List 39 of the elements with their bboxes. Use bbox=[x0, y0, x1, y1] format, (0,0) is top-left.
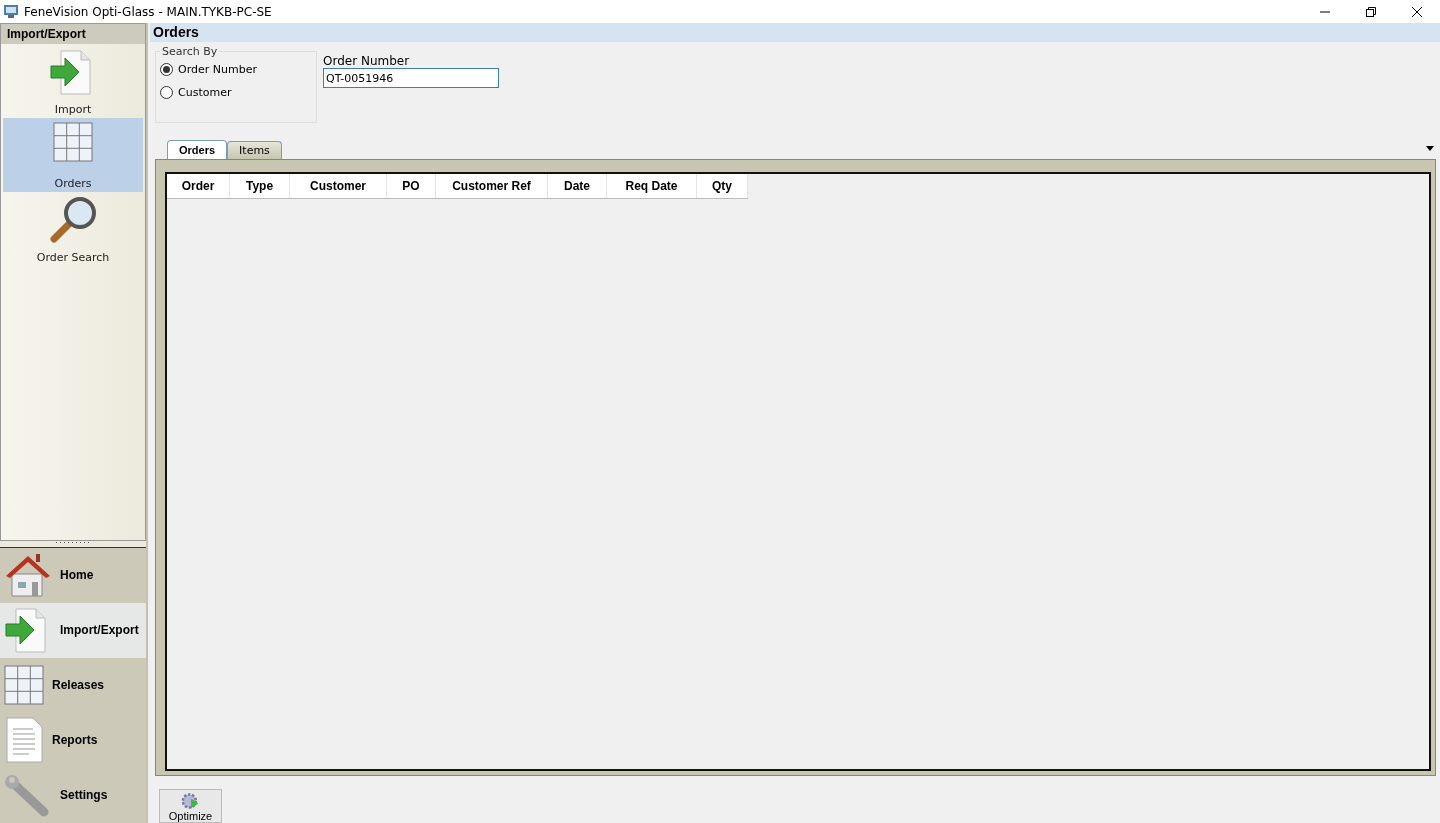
column-header[interactable]: Type bbox=[230, 174, 290, 198]
house-icon bbox=[4, 552, 52, 599]
radio-label[interactable]: Order Number bbox=[178, 63, 257, 76]
column-header[interactable]: Customer bbox=[290, 174, 387, 198]
magnifier-icon bbox=[49, 196, 97, 244]
radio-button[interactable] bbox=[160, 86, 173, 99]
field-label: Order Number bbox=[323, 54, 411, 68]
nav-item[interactable]: Home bbox=[0, 547, 146, 603]
column-header[interactable]: Qty bbox=[697, 174, 748, 198]
sidebar-item[interactable]: Import bbox=[3, 44, 143, 118]
nav-item[interactable]: Reports bbox=[0, 712, 146, 768]
grid-icon bbox=[4, 665, 44, 706]
order-number-field[interactable]: QT-0051946 bbox=[323, 68, 499, 88]
radio-label[interactable]: Customer bbox=[178, 86, 232, 99]
column-header[interactable]: PO bbox=[387, 174, 436, 198]
nav-item[interactable]: Settings bbox=[0, 767, 146, 823]
tab[interactable]: Items bbox=[227, 141, 282, 159]
nav-item[interactable]: Import/Export bbox=[0, 602, 146, 658]
dropdown-arrow-icon[interactable] bbox=[1426, 146, 1434, 151]
grid-icon bbox=[53, 122, 93, 162]
window-title: FeneVision Opti-Glass - MAIN.TYKB-PC-SE bbox=[24, 4, 272, 19]
radio-button[interactable] bbox=[160, 63, 173, 76]
search-by-group: Search By Order Number Customer bbox=[155, 45, 317, 123]
column-header[interactable]: Order bbox=[167, 174, 230, 198]
sidebar-item[interactable]: Order Search bbox=[3, 192, 143, 266]
column-header[interactable]: Req Date bbox=[607, 174, 697, 198]
nav-item[interactable]: Releases bbox=[0, 657, 146, 713]
panel-title: Orders bbox=[150, 23, 1440, 42]
app-icon bbox=[4, 5, 18, 18]
sidebar-header: Import/Export bbox=[1, 24, 145, 44]
tab[interactable]: Orders bbox=[167, 140, 228, 159]
document-icon bbox=[4, 717, 44, 764]
column-header[interactable]: Date bbox=[548, 174, 607, 198]
column-header[interactable]: Customer Ref bbox=[436, 174, 548, 198]
restore-icon[interactable] bbox=[1365, 5, 1377, 18]
close-icon[interactable] bbox=[1411, 5, 1423, 18]
splitter-handle[interactable] bbox=[0, 540, 146, 548]
sidebar-item[interactable]: Orders bbox=[3, 118, 143, 192]
optimize-button[interactable]: Optimize bbox=[159, 789, 222, 823]
